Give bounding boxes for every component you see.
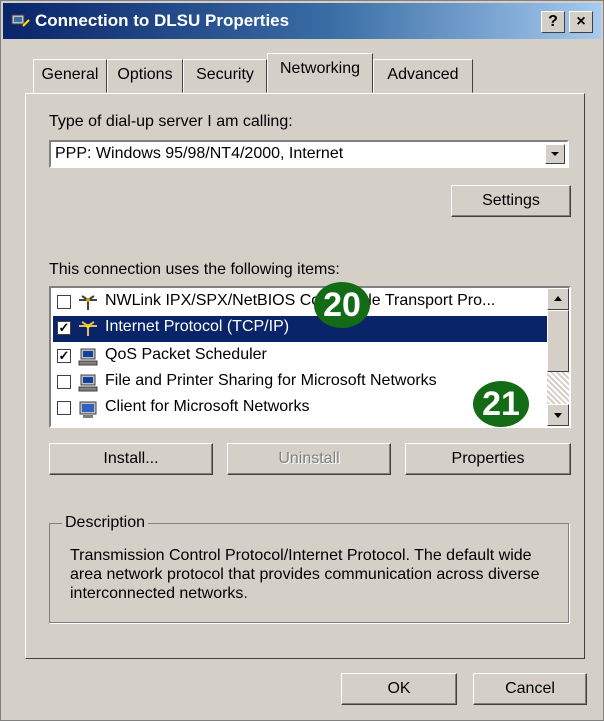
list-item[interactable]: NWLink IPX/SPX/NetBIOS Compatible Transp… (53, 290, 547, 316)
help-button[interactable]: ? (541, 11, 565, 33)
properties-button[interactable]: Properties (405, 443, 571, 475)
chevron-down-icon[interactable] (545, 144, 565, 164)
list-item[interactable]: ✓ Internet Protocol (TCP/IP) (53, 316, 547, 342)
description-text: Transmission Control Protocol/Internet P… (70, 547, 540, 602)
dialup-connection-icon (11, 14, 30, 27)
properties-dialog: Connection to DLSU Properties ? × Genera… (0, 0, 604, 721)
scroll-down-button[interactable] (547, 404, 569, 426)
list-item[interactable]: ✓ QoS Packet Scheduler (53, 344, 547, 370)
description-legend: Description (62, 514, 149, 532)
list-item[interactable]: File and Printer Sharing for Microsoft N… (53, 370, 547, 396)
service-icon (78, 374, 98, 392)
annotation-badge-21: 21 (473, 381, 529, 427)
uninstall-button[interactable]: Uninstall (227, 443, 391, 475)
cancel-button[interactable]: Cancel (473, 673, 587, 705)
description-group: Description Transmission Control Protoco… (49, 514, 569, 623)
chevron-down-icon (554, 413, 562, 418)
annotation-badge-20: 20 (314, 282, 370, 328)
server-type-value: PPP: Windows 95/98/NT4/2000, Internet (55, 145, 344, 162)
protocol-icon (79, 295, 97, 310)
checkbox[interactable]: ✓ (57, 321, 71, 335)
tab-advanced[interactable]: Advanced (373, 59, 473, 93)
chevron-up-icon (554, 296, 562, 301)
client-icon (79, 401, 97, 418)
server-type-select[interactable]: PPP: Windows 95/98/NT4/2000, Internet (49, 140, 569, 168)
list-scrollbar[interactable] (547, 288, 569, 426)
checkbox[interactable]: ✓ (57, 349, 71, 363)
scroll-up-button[interactable] (547, 288, 569, 310)
window-title: Connection to DLSU Properties (35, 11, 290, 30)
settings-button[interactable]: Settings (451, 185, 571, 217)
checkbox[interactable] (57, 401, 71, 415)
close-icon: × (576, 13, 586, 30)
tab-options[interactable]: Options (107, 59, 183, 93)
install-button[interactable]: Install... (49, 443, 213, 475)
items-label: This connection uses the following items… (49, 261, 340, 278)
tab-security[interactable]: Security (183, 59, 267, 93)
server-type-label: Type of dial-up server I am calling: (49, 113, 293, 130)
close-button[interactable]: × (569, 11, 593, 33)
protocol-icon (79, 321, 97, 336)
checkbox[interactable] (57, 375, 71, 389)
scroll-thumb[interactable] (547, 310, 569, 372)
tab-networking[interactable]: Networking (267, 53, 373, 93)
checkbox[interactable] (57, 295, 71, 309)
ok-button[interactable]: OK (341, 673, 457, 705)
tab-general[interactable]: General (33, 59, 107, 93)
title-bar[interactable]: Connection to DLSU Properties ? × (3, 3, 601, 39)
service-icon (78, 348, 98, 366)
